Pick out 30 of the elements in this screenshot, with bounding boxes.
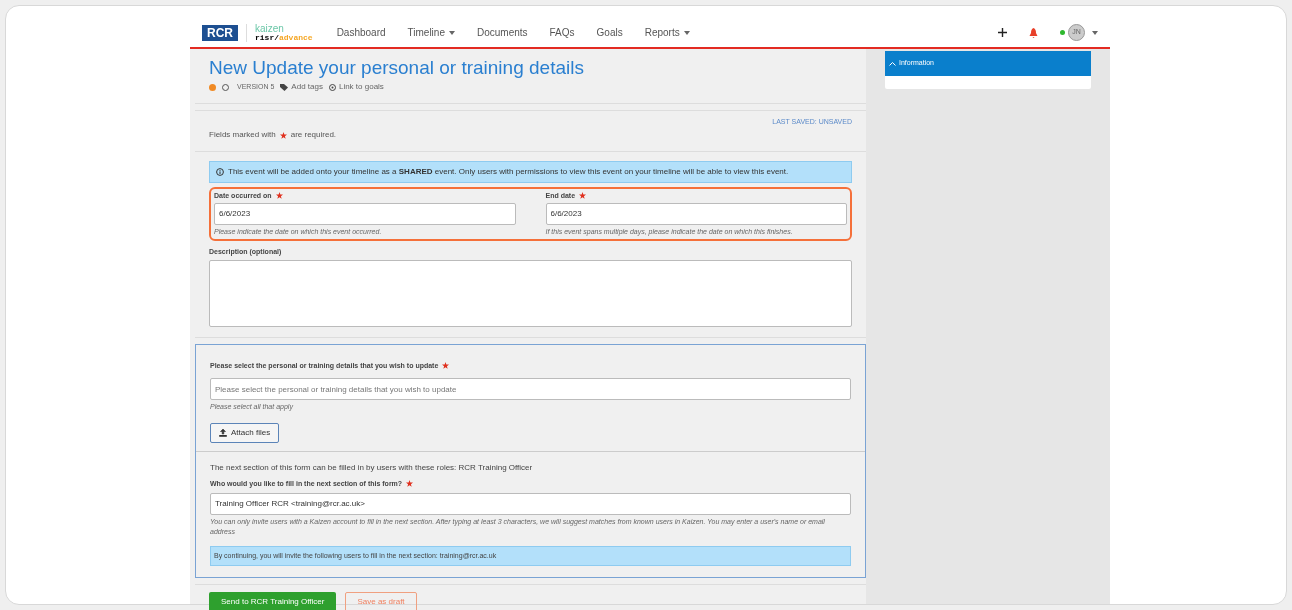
nav-link[interactable]: Goals: [596, 25, 623, 40]
required-note: Fields marked with: [209, 129, 276, 141]
brand-name: kaizen: [255, 23, 285, 33]
date-field[interactable]: 6/6/2023: [545, 202, 847, 225]
add-tags-link[interactable]: Add tags: [280, 81, 323, 93]
logo[interactable]: RCR: [202, 24, 238, 41]
page-title: New Update your personal or training details: [209, 57, 585, 79]
bell-icon[interactable]: [1029, 27, 1038, 38]
star-icon: [279, 131, 287, 139]
recipient-field[interactable]: Training Officer RCR <training@rcr.ac.uk>: [210, 492, 851, 515]
attach-files-button[interactable]: Attach files: [210, 422, 280, 443]
info-icon: [216, 168, 224, 176]
date-field[interactable]: 6/6/2023: [214, 202, 516, 225]
tag-icon: [280, 83, 289, 91]
nav-link[interactable]: Reports: [644, 25, 690, 40]
next-section-note: The next section of this form can be filled in by users with these roles: RCR Training Officer: [210, 461, 534, 474]
nav-link[interactable]: FAQs: [549, 25, 575, 40]
upload-icon: [219, 428, 227, 437]
required-note: are required.: [290, 129, 337, 141]
nav-link[interactable]: Documents: [476, 25, 528, 40]
info-banner: This event will be added onto your timeline as a SHARED event. Only users with permissions to view this event on your timeline will be able to view this event.: [209, 161, 852, 183]
brand-subtitle: risr/advance: [255, 32, 313, 42]
add-icon[interactable]: [998, 28, 1007, 37]
target-icon: [328, 83, 336, 91]
nav-link[interactable]: Dashboard: [336, 25, 386, 40]
description-field[interactable]: [209, 259, 852, 327]
caret-icon: [1092, 30, 1098, 35]
link-to-goals-link[interactable]: Link to goals: [328, 81, 384, 93]
nav-link[interactable]: Timeline: [407, 25, 455, 40]
details-select-field[interactable]: Please select the personal or training details that you wish to update: [210, 378, 851, 400]
